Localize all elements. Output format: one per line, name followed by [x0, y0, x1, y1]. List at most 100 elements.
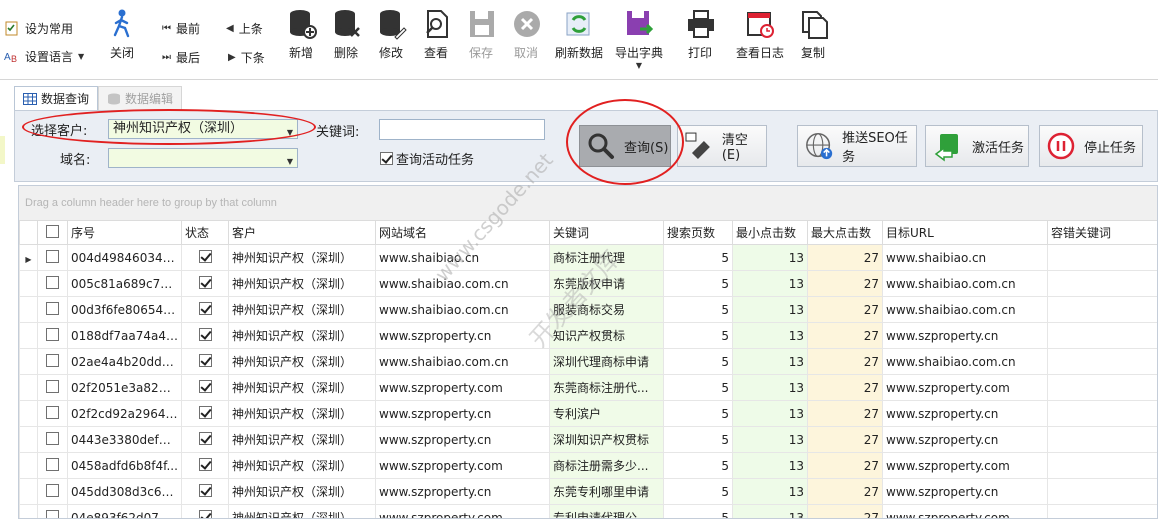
cell-min-clicks: 13: [732, 374, 808, 401]
clear-button[interactable]: 清空(E): [677, 125, 767, 167]
col-header-target-url[interactable]: 目标URL: [882, 220, 1048, 245]
cell-max-clicks: 27: [807, 504, 883, 518]
table-row[interactable]: 045dd308d3c64... 神州知识产权（深圳） www.szproperty…: [19, 478, 1157, 505]
table-row[interactable]: ▶ 004d498460344... 神州知识产权（深圳） www.shaibiao.…: [19, 244, 1157, 271]
table-row[interactable]: 02ae4a4b20dd42... 神州知识产权（深圳） www.shaibiao.…: [19, 348, 1157, 375]
document-search-icon: [426, 10, 448, 38]
cell-pages: 5: [663, 244, 733, 271]
cell-status[interactable]: [181, 296, 229, 323]
view-button[interactable]: 查看: [421, 8, 451, 61]
cell-keyword: 专利滨户: [549, 400, 664, 427]
table-row[interactable]: 0188df7aa74a49... 神州知识产权（深圳） www.szpropert…: [19, 322, 1157, 349]
set-language-button[interactable]: AB 设置语言 ▼: [4, 42, 104, 70]
add-button[interactable]: 新增: [286, 8, 317, 61]
row-select-cell[interactable]: [37, 504, 68, 518]
row-select-cell[interactable]: [37, 296, 68, 323]
cell-target-url: www.shaibiao.com.cn: [882, 270, 1048, 297]
cell-customer: 神州知识产权（深圳）: [228, 374, 376, 401]
save-button[interactable]: 保存: [466, 8, 496, 61]
cell-alt-keywords: [1047, 426, 1157, 453]
col-header-alt-keywords[interactable]: 容错关键词: [1047, 220, 1157, 245]
table-row[interactable]: 02f2cd92a2964f... 神州知识产权（深圳） www.szpropert…: [19, 400, 1157, 427]
copy-button[interactable]: 复制: [799, 8, 828, 61]
push-seo-task-button[interactable]: 推送SEO任务: [797, 125, 917, 167]
cancel-button[interactable]: 取消: [511, 8, 541, 61]
row-indicator: ▶: [19, 244, 38, 271]
table-row[interactable]: 02f2051e3a824b... 神州知识产权（深圳） www.szpropert…: [19, 374, 1157, 401]
active-task-checkbox[interactable]: 查询活动任务: [380, 149, 474, 168]
col-header-id[interactable]: 序号: [67, 220, 182, 245]
row-select-cell[interactable]: [37, 270, 68, 297]
print-button[interactable]: 打印: [685, 8, 715, 61]
cell-customer: 神州知识产权（深圳）: [228, 322, 376, 349]
query-button[interactable]: 查询(S): [579, 125, 671, 167]
status-checkbox-icon: [198, 431, 212, 445]
export-dictionary-button[interactable]: 导出字典 ▼: [614, 8, 664, 70]
next-record-button[interactable]: ▶ 下条: [228, 49, 265, 66]
row-select-cell[interactable]: [37, 452, 68, 479]
cell-status[interactable]: [181, 270, 229, 297]
table-row[interactable]: 04e893f62d0748... 神州知识产权（深圳） www.szpropert…: [19, 504, 1157, 518]
set-common-button[interactable]: 设为常用: [4, 14, 104, 42]
row-select-cell[interactable]: [37, 322, 68, 349]
cell-status[interactable]: [181, 374, 229, 401]
col-header-domain[interactable]: 网站域名: [375, 220, 550, 245]
cell-status[interactable]: [181, 426, 229, 453]
cell-status[interactable]: [181, 400, 229, 427]
status-checkbox-icon: [198, 327, 212, 341]
cell-max-clicks: 27: [807, 270, 883, 297]
col-header-status[interactable]: 状态: [181, 220, 229, 245]
group-by-panel[interactable]: Drag a column header here to group by th…: [19, 186, 1157, 220]
checkbox-icon: [46, 275, 59, 289]
tab-data-query[interactable]: 数据查询: [14, 86, 99, 110]
col-header-customer[interactable]: 客户: [228, 220, 376, 245]
header-select-all[interactable]: [37, 220, 68, 245]
row-select-cell[interactable]: [37, 426, 68, 453]
cell-domain: www.shaibiao.com.cn: [375, 296, 550, 323]
table-row[interactable]: 0443e3380def48... 神州知识产权（深圳） www.szpropert…: [19, 426, 1157, 453]
col-header-keyword[interactable]: 关键词: [549, 220, 664, 245]
refresh-button[interactable]: 刷新数据: [554, 8, 604, 61]
close-button[interactable]: 关闭: [106, 8, 138, 61]
copy-icon: [802, 11, 828, 39]
cell-keyword: 东莞专利哪里申请: [549, 478, 664, 505]
cell-pages: 5: [663, 374, 733, 401]
col-header-max-clicks[interactable]: 最大点击数: [807, 220, 883, 245]
keyword-input[interactable]: [379, 119, 545, 140]
prev-record-button[interactable]: ◀ 上条: [226, 20, 263, 37]
stop-task-button[interactable]: 停止任务: [1039, 125, 1143, 167]
checkbox-icon: [46, 379, 59, 393]
cell-status[interactable]: [181, 244, 229, 271]
cell-status[interactable]: [181, 504, 229, 518]
cell-status[interactable]: [181, 478, 229, 505]
col-header-pages[interactable]: 搜索页数: [663, 220, 733, 245]
modify-button[interactable]: 修改: [376, 8, 407, 61]
row-select-cell[interactable]: [37, 374, 68, 401]
cell-status[interactable]: [181, 322, 229, 349]
first-record-button[interactable]: ⏮ 最前: [162, 20, 200, 37]
cell-status[interactable]: [181, 348, 229, 375]
customer-select[interactable]: 神州知识产权（深圳） ▼: [108, 119, 298, 139]
cell-keyword: 商标注册代理: [549, 244, 664, 271]
cell-status[interactable]: [181, 452, 229, 479]
row-select-cell[interactable]: [37, 400, 68, 427]
delete-button[interactable]: 删除: [331, 8, 361, 61]
row-select-cell[interactable]: [37, 348, 68, 375]
checkbox-checked-icon: [380, 152, 393, 165]
cell-min-clicks: 13: [732, 400, 808, 427]
last-record-button[interactable]: ⏭ 最后: [162, 49, 200, 66]
task-data-grid: Drag a column header here to group by th…: [18, 185, 1158, 519]
table-row[interactable]: 0458adfd6b8f4f... 神州知识产权（深圳） www.szpropert…: [19, 452, 1157, 479]
row-select-cell[interactable]: [37, 478, 68, 505]
table-row[interactable]: 00d3f6fe806544... 神州知识产权（深圳） www.shaibiao.…: [19, 296, 1157, 323]
table-row[interactable]: 005c81a689c74a... 神州知识产权（深圳） www.shaibiao.…: [19, 270, 1157, 297]
cell-customer: 神州知识产权（深圳）: [228, 478, 376, 505]
activate-task-button[interactable]: 激活任务: [925, 125, 1029, 167]
cell-alt-keywords: [1047, 400, 1157, 427]
col-header-min-clicks[interactable]: 最小点击数: [732, 220, 808, 245]
cell-keyword: 东莞商标注册代...: [549, 374, 664, 401]
tab-data-edit[interactable]: 数据编辑: [98, 86, 183, 110]
domain-select[interactable]: ▼: [108, 148, 298, 168]
row-select-cell[interactable]: [37, 244, 68, 271]
view-log-button[interactable]: 查看日志: [734, 8, 786, 61]
